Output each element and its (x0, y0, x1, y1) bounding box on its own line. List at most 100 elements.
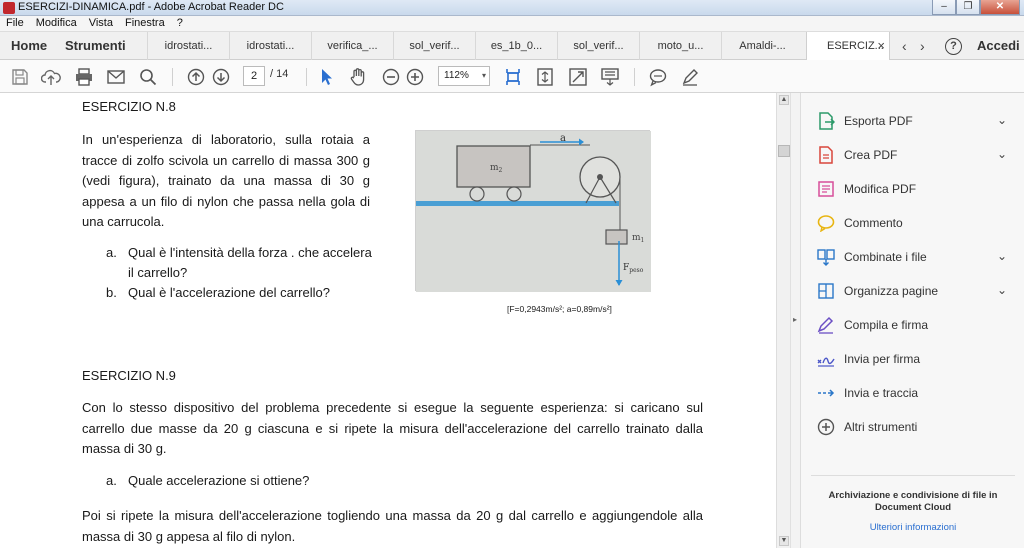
menu-finestra[interactable]: Finestra (119, 16, 171, 31)
send-track-icon (817, 384, 835, 402)
tool-send-track[interactable]: Invia e traccia (817, 379, 1017, 407)
help-icon[interactable]: ? (945, 38, 962, 55)
close-window-button[interactable]: ✕ (980, 0, 1020, 15)
scroll-thumb[interactable] (778, 145, 790, 157)
tool-more-tools[interactable]: Altri strumenti (817, 413, 1017, 441)
list-marker: a. (106, 245, 117, 260)
title-bar: ESERCIZI-DINAMICA.pdf - Adobe Acrobat Re… (0, 0, 1024, 16)
pen-icon[interactable] (680, 67, 700, 87)
save-icon[interactable] (10, 67, 30, 87)
search-icon[interactable] (138, 67, 158, 87)
exercise-8-text: In un'esperienza di laboratorio, sulla r… (82, 132, 370, 229)
vertical-scrollbar[interactable]: ▲ ▼ (776, 93, 790, 548)
more-tools-icon (817, 418, 835, 436)
comment-icon (817, 214, 835, 233)
question-text: Qual è l'accelerazione del carrello? (128, 285, 330, 300)
cloud-upload-icon[interactable] (40, 67, 61, 87)
tool-label: Altri strumenti (844, 420, 918, 434)
scroll-up-icon[interactable]: ▲ (779, 95, 789, 105)
acceleration-label: a (560, 133, 566, 144)
scroll-down-icon[interactable]: ▼ (779, 536, 789, 546)
question-text: Qual è l'intensità della forza . che acc… (128, 245, 372, 280)
organize-pages-icon (817, 282, 835, 300)
chevron-down-icon[interactable]: ⌄ (997, 249, 1007, 263)
print-icon[interactable] (74, 67, 94, 87)
tool-combine-files[interactable]: Combinate i file ⌄ (817, 243, 1017, 271)
toolbar-divider (172, 68, 173, 86)
scroll-mode-icon[interactable] (503, 67, 523, 87)
tool-label: Invia e traccia (844, 386, 919, 400)
email-icon[interactable] (106, 67, 126, 87)
tab-bar: Home Strumenti idrostati... idrostati...… (0, 32, 1024, 61)
doc-tab[interactable]: es_1b_0... (475, 32, 557, 60)
doc-tab[interactable]: sol_verif... (393, 32, 475, 60)
zoom-out-icon[interactable] (381, 67, 401, 87)
zoom-value: 112% (444, 70, 469, 81)
panel-divider (811, 475, 1015, 476)
menu-vista[interactable]: Vista (83, 16, 119, 31)
tab-tools[interactable]: Strumenti (58, 32, 133, 60)
tool-label: Esporta PDF (844, 114, 913, 128)
tool-organize-pages[interactable]: Organizza pagine ⌄ (817, 277, 1017, 305)
doc-tab[interactable]: verifica_... (311, 32, 393, 60)
question-text: Quale accelerazione si ottiene? (128, 473, 310, 488)
comment-icon[interactable] (648, 67, 668, 87)
exercise-9-text: Con lo stesso dispositivo del problema p… (82, 400, 703, 456)
page-number-input[interactable]: 2 (243, 66, 265, 86)
hand-tool-icon[interactable] (348, 67, 368, 87)
triangle-right-icon: ▸ (793, 315, 798, 324)
doc-tab[interactable]: idrostati... (229, 32, 311, 60)
doc-tab[interactable]: idrostati... (147, 32, 229, 60)
doc-tab[interactable]: sol_verif... (557, 32, 639, 60)
fit-page-icon[interactable] (535, 67, 555, 87)
tab-next-icon[interactable]: › (920, 32, 925, 60)
document-cloud-text: Archiviazione e condivisione di file in … (828, 490, 998, 513)
minimize-button[interactable]: – (932, 0, 956, 15)
tool-label: Combinate i file (844, 250, 927, 264)
tool-fill-sign[interactable]: Compila e firma (817, 311, 1017, 339)
zoom-dropdown[interactable]: 112% ▾ (438, 66, 490, 86)
full-screen-icon[interactable] (568, 67, 588, 87)
page-total: / 14 (270, 68, 289, 80)
doc-tab-active[interactable]: ESERCIZ... × (806, 32, 890, 61)
menu-modifica[interactable]: Modifica (30, 16, 83, 31)
exercise-9-title: ESERCIZIO N.9 (82, 368, 176, 383)
tool-export-pdf[interactable]: Esporta PDF ⌄ (817, 107, 1017, 135)
signin-button[interactable]: Accedi (977, 32, 1020, 60)
doc-tab[interactable]: Amaldi-... (721, 32, 803, 60)
chevron-down-icon[interactable]: ⌄ (997, 147, 1007, 161)
tool-send-for-signature[interactable]: Invia per firma (817, 345, 1017, 373)
tool-label: Organizza pagine (844, 284, 939, 298)
tool-create-pdf[interactable]: Crea PDF ⌄ (817, 141, 1017, 169)
zoom-in-icon[interactable] (405, 67, 425, 87)
menu-help[interactable]: ? (171, 16, 189, 31)
next-page-icon[interactable] (211, 67, 231, 87)
doc-tab[interactable]: moto_u... (639, 32, 721, 60)
maximize-button[interactable]: ❐ (956, 0, 980, 15)
close-tab-icon[interactable]: × (877, 32, 885, 60)
learn-more-link[interactable]: Ulteriori informazioni (811, 522, 1015, 533)
read-mode-icon[interactable] (600, 67, 620, 87)
exercise-9-text-2: Poi si ripete la misura dell'accelerazio… (82, 508, 703, 544)
tool-comment[interactable]: Commento (817, 209, 1017, 237)
chevron-down-icon[interactable]: ⌄ (997, 283, 1007, 297)
tab-home[interactable]: Home (4, 32, 54, 60)
prev-page-icon[interactable] (186, 67, 206, 87)
right-panel-toggle[interactable]: ▸ (790, 93, 800, 548)
tool-edit-pdf[interactable]: Modifica PDF (817, 175, 1017, 203)
fill-sign-icon (817, 316, 835, 334)
tab-prev-icon[interactable]: ‹ (902, 32, 907, 60)
exercise-9-question-a: a. Quale accelerazione si ottiene? (106, 471, 528, 491)
combine-files-icon (817, 248, 835, 266)
chevron-down-icon[interactable]: ⌄ (997, 113, 1007, 127)
menu-file[interactable]: File (0, 16, 30, 31)
document-view[interactable]: ESERCIZIO N.8 In un'esperienza di labora… (0, 93, 773, 548)
create-pdf-icon (817, 146, 835, 164)
tool-label: Crea PDF (844, 148, 898, 162)
toolbar-divider (306, 68, 307, 86)
select-cursor-icon[interactable] (316, 67, 336, 87)
exercise-8-question-b: b. Qual è l'accelerazione del carrello? (106, 283, 373, 303)
tools-panel: Esporta PDF ⌄ Crea PDF ⌄ Modifica PDF Co… (800, 93, 1024, 548)
export-pdf-icon (817, 112, 836, 130)
tool-label: Commento (844, 216, 903, 230)
